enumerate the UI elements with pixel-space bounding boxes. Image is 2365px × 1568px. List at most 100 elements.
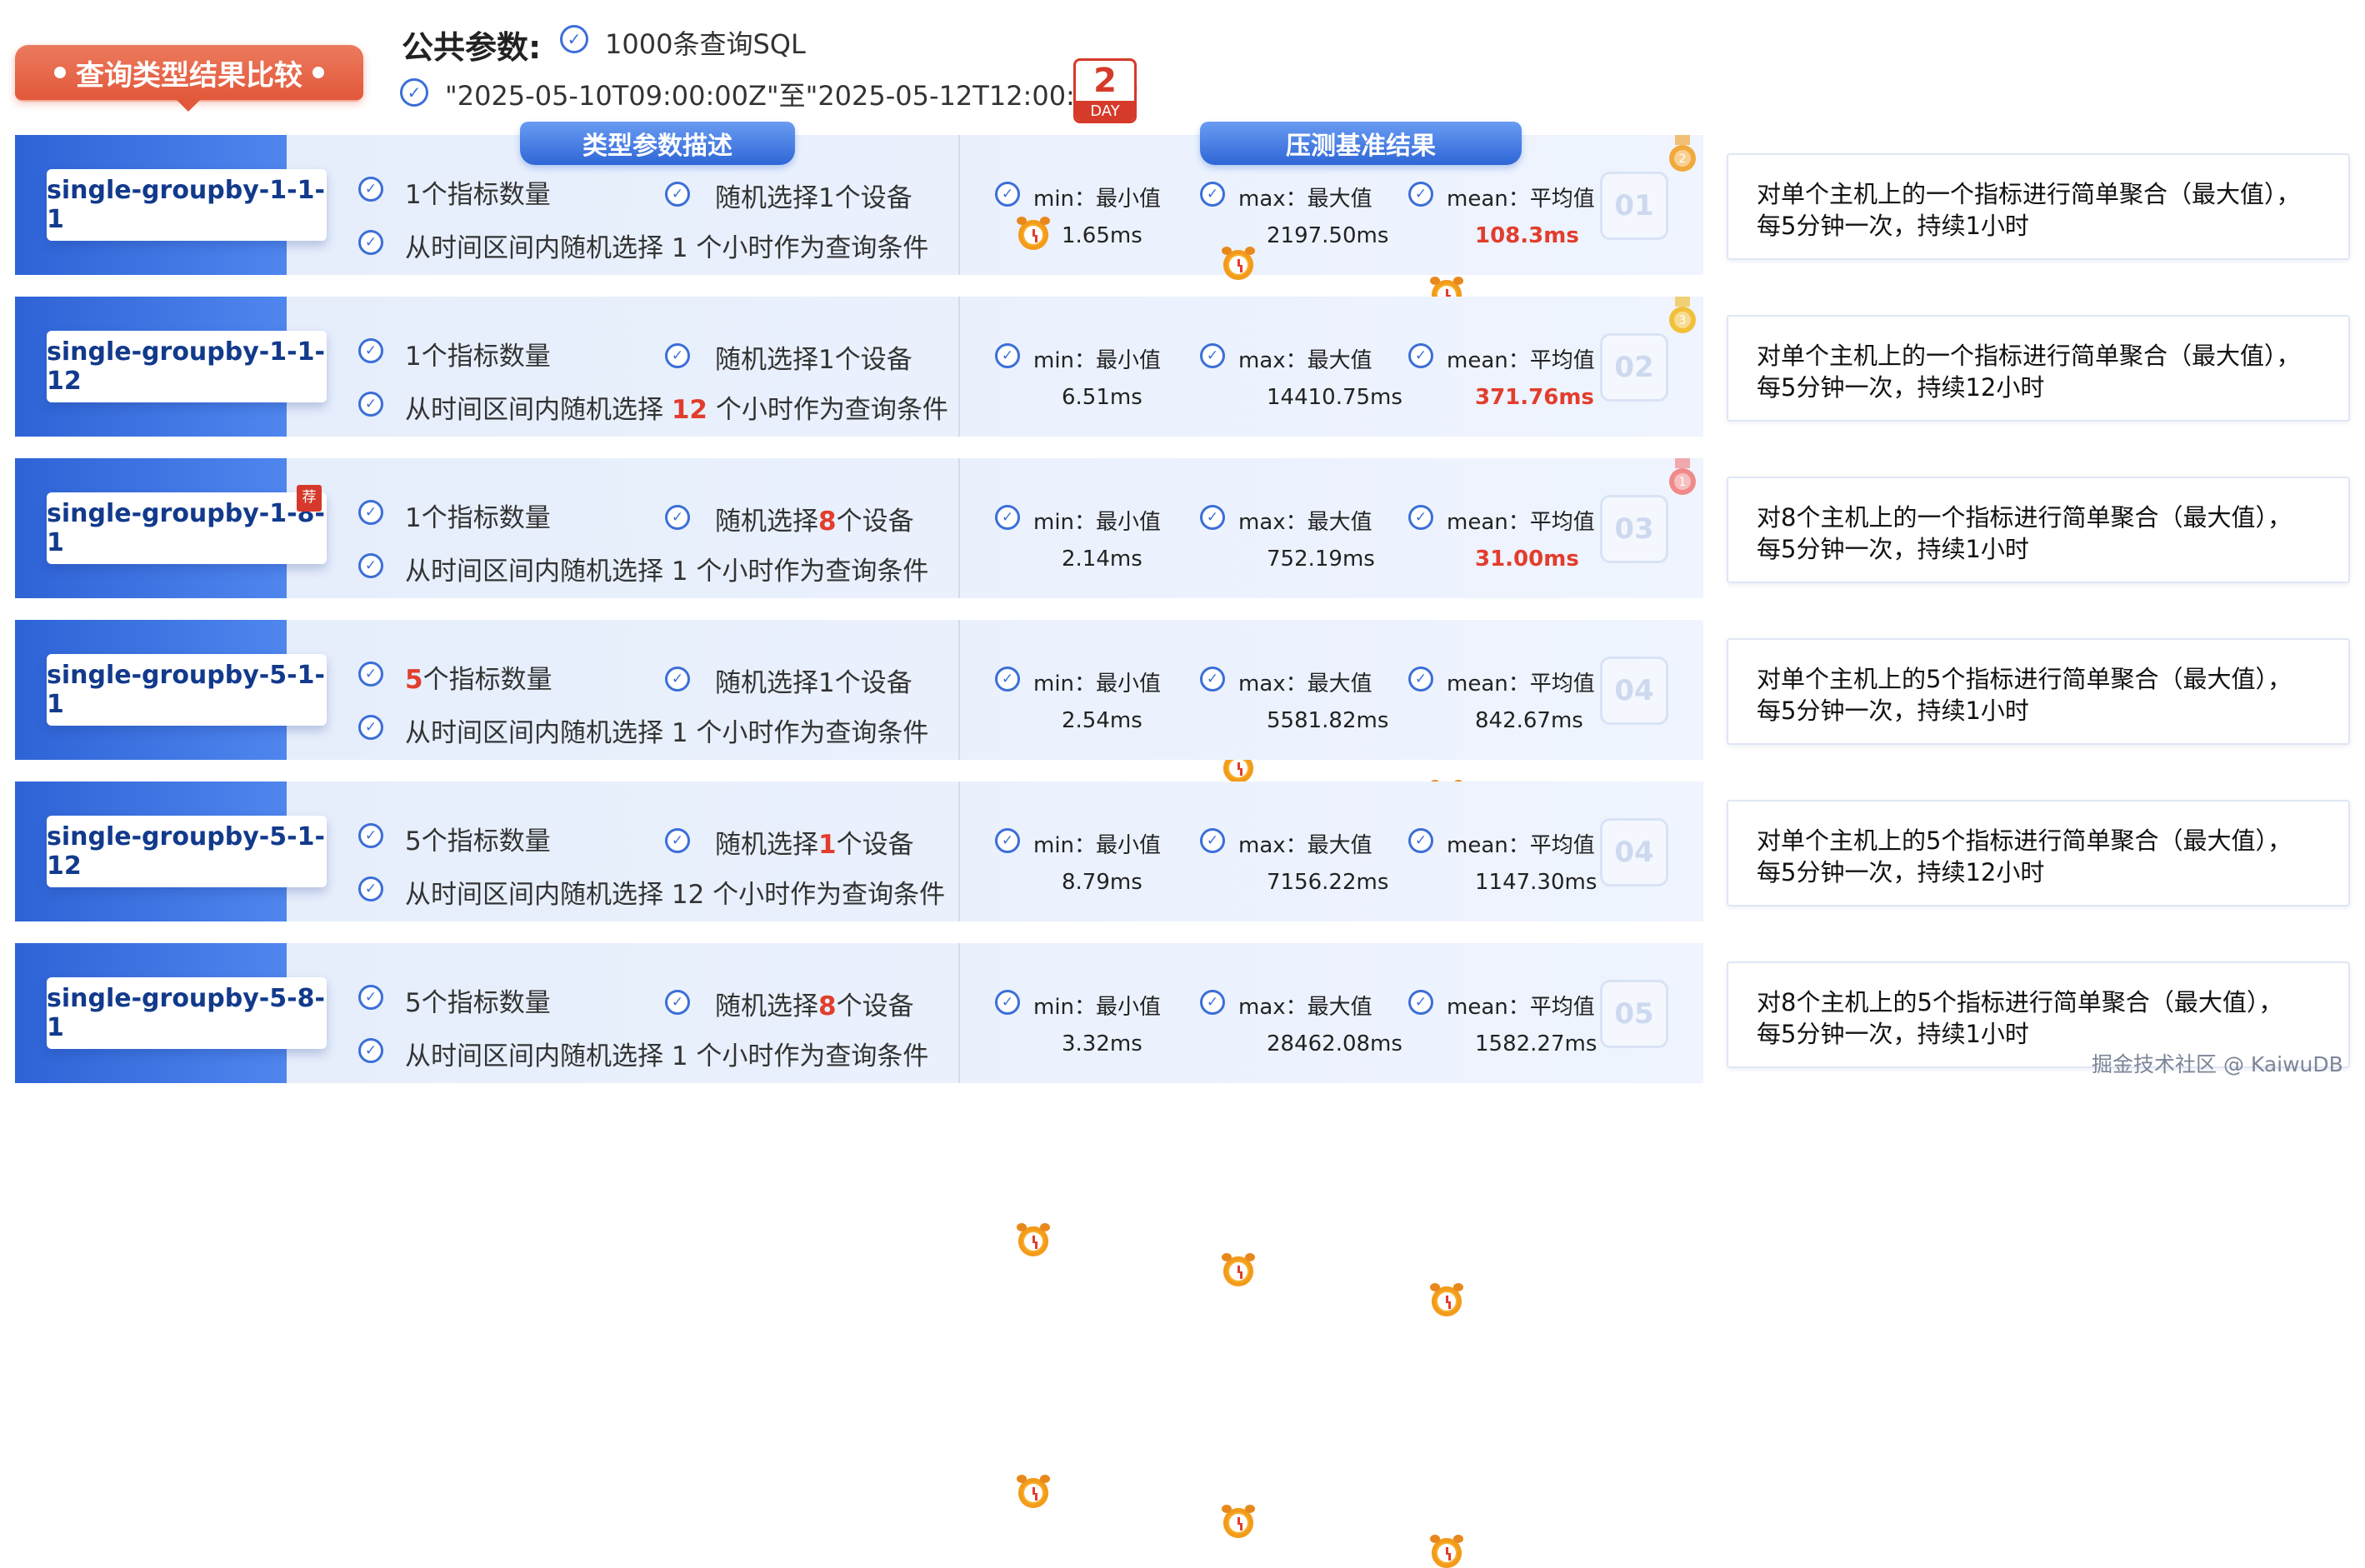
description-line-2: 每5分钟一次，持续1小时 <box>1757 1020 2029 1048</box>
description-line-1: 对单个主机上的一个指标进行简单聚合（最大值）， <box>1757 180 2301 208</box>
check-icon: ✓ <box>1200 343 1225 368</box>
description-line-2: 每5分钟一次，持续12小时 <box>1757 858 2045 886</box>
check-icon: ✓ <box>1200 990 1225 1015</box>
check-icon: ✓ <box>358 985 383 1010</box>
min-label: min：最小值 <box>1033 510 1162 535</box>
day-number: 2 <box>1093 62 1117 100</box>
time-condition: 从时间区间内随机选择 12 个小时作为查询条件 <box>405 395 948 425</box>
medal-icon: 2 <box>1669 135 1696 172</box>
check-icon: ✓ <box>358 338 383 363</box>
max-label: max：最大值 <box>1238 187 1372 212</box>
check-icon: ✓ <box>358 662 383 687</box>
mean-label: mean：平均值 <box>1447 510 1595 535</box>
row-index-box: 01 <box>1600 172 1668 240</box>
time-condition: 从时间区间内随机选择 1 个小时作为查询条件 <box>405 1041 929 1071</box>
max-label: max：最大值 <box>1238 672 1372 697</box>
watermark: 掘金技术社区 @ KaiwuDB <box>2092 1052 2343 1076</box>
check-icon: ✓ <box>1408 828 1433 853</box>
device-selection: 随机选择1个设备 <box>715 668 912 698</box>
check-icon: ✓ <box>358 876 383 901</box>
min-label: min：最小值 <box>1033 672 1162 697</box>
check-icon: ✓ <box>1408 182 1433 207</box>
description-line-1: 对单个主机上的5个指标进行简单聚合（最大值）， <box>1757 665 2292 693</box>
mean-label: mean：平均值 <box>1447 187 1595 212</box>
min-label: min：最小值 <box>1033 833 1162 858</box>
mean-value: 842.67ms <box>1475 708 1583 733</box>
check-icon: ✓ <box>358 823 383 848</box>
alarm-clock-icon <box>1017 1223 1050 1256</box>
check-icon: ✓ <box>358 500 383 525</box>
device-selection: 随机选择8个设备 <box>715 991 914 1021</box>
check-icon: ✓ <box>665 828 690 853</box>
row-index-box: 04 <box>1600 657 1668 725</box>
device-selection: 随机选择1个设备 <box>715 183 912 213</box>
query-type-name: single-groupby-5-1-12 <box>47 816 327 887</box>
time-condition: 从时间区间内随机选择 1 个小时作为查询条件 <box>405 233 929 263</box>
check-icon: ✓ <box>358 177 383 202</box>
check-icon: ✓ <box>1408 505 1433 530</box>
dot-icon <box>312 67 324 78</box>
description-line-2: 每5分钟一次，持续1小时 <box>1757 697 2029 725</box>
check-icon: ✓ <box>1408 667 1433 692</box>
check-icon: ✓ <box>995 182 1020 207</box>
title-arrow <box>177 100 200 112</box>
row-index-box: 04 <box>1600 818 1668 886</box>
query-type-name: single-groupby-5-1-1 <box>47 654 327 726</box>
max-label: max：最大值 <box>1238 510 1372 535</box>
check-icon: ✓ <box>358 715 383 740</box>
alarm-clock-icon <box>1222 1505 1255 1538</box>
time-condition: 从时间区间内随机选择 1 个小时作为查询条件 <box>405 718 929 748</box>
check-icon: ✓ <box>665 667 690 692</box>
description-line-1: 对8个主机上的5个指标进行简单聚合（最大值）， <box>1757 988 2283 1016</box>
time-condition: 从时间区间内随机选择 12 个小时作为查询条件 <box>405 880 946 910</box>
max-label: max：最大值 <box>1238 995 1372 1020</box>
day-badge: 2 DAY <box>1073 58 1137 123</box>
check-icon: ✓ <box>995 505 1020 530</box>
max-value: 7156.22ms <box>1267 870 1389 895</box>
check-icon: ✓ <box>358 230 383 255</box>
mean-value: 371.76ms <box>1475 385 1594 410</box>
mean-label: mean：平均值 <box>1447 348 1595 373</box>
row-divider <box>958 135 960 275</box>
dot-icon <box>54 67 66 78</box>
description-line-2: 每5分钟一次，持续1小时 <box>1757 535 2029 563</box>
row-divider <box>958 782 960 921</box>
public-params-label: 公共参数: <box>402 29 542 66</box>
max-value: 5581.82ms <box>1267 708 1389 733</box>
check-icon: ✓ <box>995 667 1020 692</box>
check-icon: ✓ <box>1200 505 1225 530</box>
min-value: 3.32ms <box>1062 1031 1142 1056</box>
min-value: 2.14ms <box>1062 547 1142 572</box>
check-icon: ✓ <box>995 828 1020 853</box>
description-line-1: 对8个主机上的一个指标进行简单聚合（最大值）， <box>1757 503 2292 532</box>
alarm-clock-icon <box>1017 1475 1050 1508</box>
medal-rank: 2 <box>1679 152 1687 166</box>
check-icon: ✓ <box>665 505 690 530</box>
sql-count: 1000条查询SQL <box>605 28 806 60</box>
check-icon: ✓ <box>665 343 690 368</box>
row-divider <box>958 458 960 598</box>
metric-count: 5个指标数量 <box>405 988 551 1018</box>
max-label: max：最大值 <box>1238 348 1372 373</box>
check-icon: ✓ <box>995 343 1020 368</box>
check-icon: ✓ <box>665 990 690 1015</box>
medal-rank: 1 <box>1679 476 1687 489</box>
alarm-clock-icon <box>1430 1283 1463 1316</box>
min-label: min：最小值 <box>1033 187 1162 212</box>
min-label: min：最小值 <box>1033 348 1162 373</box>
query-type-name: single-groupby-1-1-1 <box>47 169 327 241</box>
mean-label: mean：平均值 <box>1447 995 1595 1020</box>
row-index-box: 03 <box>1600 495 1668 563</box>
mean-value: 1582.27ms <box>1475 1031 1598 1056</box>
check-icon: ✓ <box>358 1038 383 1063</box>
check-icon: ✓ <box>1200 182 1225 207</box>
query-type-name: single-groupby-1-1-12 <box>47 331 327 402</box>
mean-value: 1147.30ms <box>1475 870 1598 895</box>
min-value: 2.54ms <box>1062 708 1142 733</box>
check-icon: ✓ <box>1200 828 1225 853</box>
max-value: 752.19ms <box>1267 547 1375 572</box>
row-divider <box>958 297 960 437</box>
header-results-tab: 压测基准结果 <box>1200 122 1522 165</box>
description-line-1: 对单个主机上的一个指标进行简单聚合（最大值）， <box>1757 342 2301 370</box>
row-index-box: 05 <box>1600 980 1668 1048</box>
